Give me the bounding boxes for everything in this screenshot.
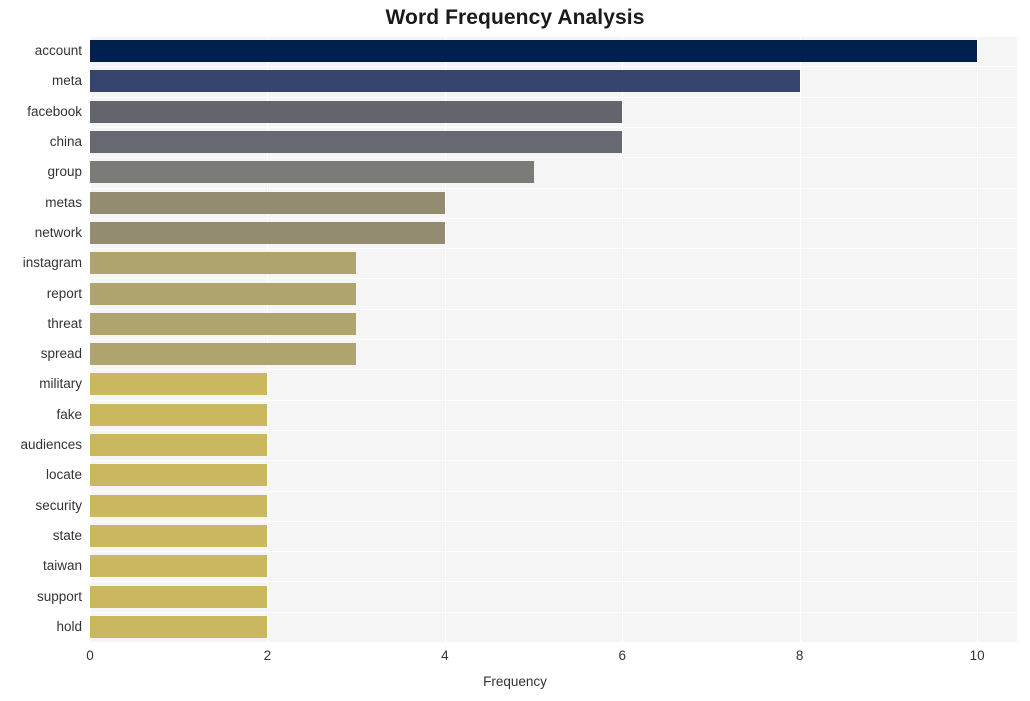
y-axis-tick-labels: account meta facebook china group metas networ… (0, 36, 82, 642)
chart-title: Word Frequency Analysis (385, 6, 645, 29)
y-axis-tick-label: threat (47, 315, 82, 331)
bar (90, 70, 800, 93)
x-axis-tick-label: 0 (86, 648, 94, 663)
y-axis-tick-label: fake (56, 406, 82, 422)
gridline-horizontal (90, 399, 1017, 401)
bar (90, 403, 268, 426)
y-axis-tick-label: meta (51, 73, 82, 89)
gridline-horizontal (90, 611, 1017, 613)
y-axis-tick-label: security (35, 497, 82, 513)
gridline-horizontal (90, 248, 1017, 250)
bar (90, 161, 534, 184)
bar (90, 524, 268, 547)
gridline-horizontal (90, 520, 1017, 522)
gridline-horizontal (90, 551, 1017, 553)
gridline-horizontal (90, 126, 1017, 128)
gridline-horizontal (90, 581, 1017, 583)
y-axis-tick-label: hold (56, 618, 82, 634)
bar (90, 585, 268, 608)
bar (90, 131, 623, 154)
gridline-horizontal (90, 278, 1017, 280)
gridline-horizontal (90, 369, 1017, 371)
y-axis-tick-label: facebook (27, 103, 82, 119)
y-axis-tick-label: account (34, 43, 82, 59)
y-axis-tick-label: audiences (20, 437, 82, 453)
bar (90, 252, 357, 275)
bar (90, 615, 268, 638)
gridline-horizontal (90, 187, 1017, 189)
bar (90, 343, 357, 366)
y-axis-tick-label: instagram (22, 255, 82, 271)
y-axis-tick-label: military (39, 376, 82, 392)
bar (90, 373, 268, 396)
bar (90, 40, 978, 63)
bar (90, 464, 268, 487)
x-axis-tick-label: 8 (795, 648, 804, 663)
plot-area (90, 36, 1017, 643)
x-axis-tick-label: 2 (263, 648, 272, 663)
gridline-horizontal (90, 36, 1017, 37)
gridline-horizontal (90, 217, 1017, 219)
gridline-horizontal (90, 460, 1017, 462)
gridline-horizontal (90, 339, 1017, 340)
bar (90, 312, 357, 335)
x-axis-title: Frequency (483, 674, 547, 689)
gridline-horizontal (90, 96, 1017, 98)
gridline-horizontal (90, 429, 1017, 431)
bar (90, 434, 268, 457)
bar (90, 191, 445, 214)
bar (90, 282, 357, 305)
bar (90, 221, 445, 244)
y-axis-tick-label: spread (40, 346, 82, 362)
y-axis-tick-label: group (47, 164, 82, 180)
x-axis-tick-label: 6 (618, 648, 626, 663)
x-axis-tick-labels: 0 2 4 6 8 10 (0, 648, 1030, 670)
gridline-horizontal (90, 490, 1017, 492)
x-axis-tick-label: 4 (441, 648, 449, 663)
y-axis-tick-label: metas (45, 194, 82, 210)
gridline-horizontal (90, 642, 1017, 643)
y-axis-tick-label: state (52, 527, 82, 543)
bar (90, 494, 268, 517)
word-frequency-chart: Word Frequency Analysis account meta faceb… (0, 0, 1030, 701)
y-axis-tick-label: support (36, 588, 82, 604)
y-axis-tick-label: taiwan (42, 558, 82, 574)
gridline-horizontal (90, 308, 1017, 310)
y-axis-tick-label: report (46, 285, 82, 301)
x-axis-tick-label: 10 (969, 648, 985, 663)
gridline-horizontal (90, 157, 1017, 159)
gridline-horizontal (90, 66, 1017, 68)
y-axis-tick-label: locate (45, 467, 82, 483)
y-axis-tick-label: china (49, 134, 82, 150)
bar (90, 555, 268, 578)
y-axis-tick-label: network (34, 224, 82, 240)
bar (90, 100, 623, 123)
